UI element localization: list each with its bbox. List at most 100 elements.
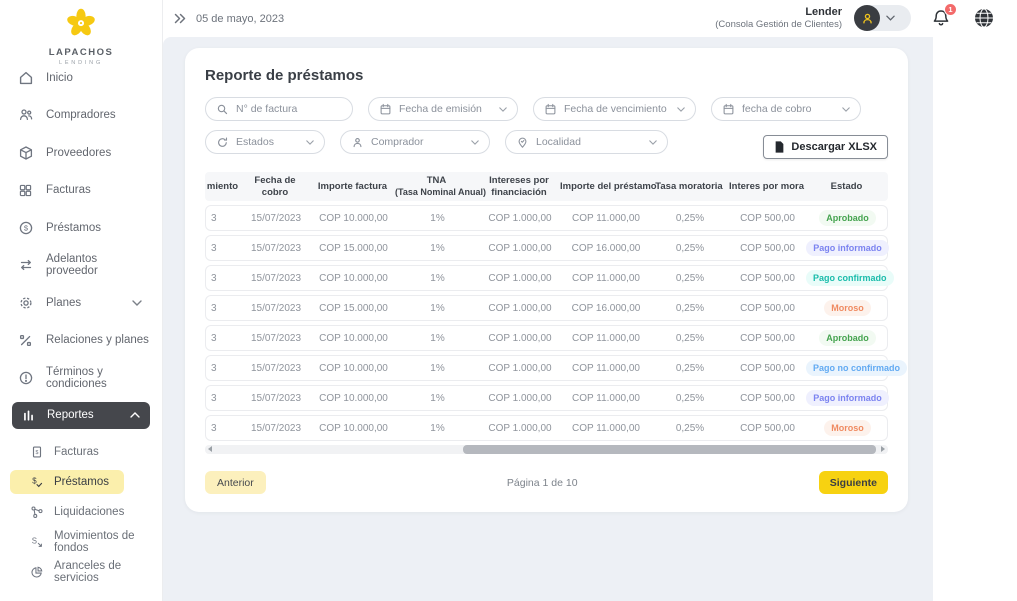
subnav-item-label: Movimientos de fondos — [54, 530, 162, 554]
language-button[interactable] — [973, 7, 995, 29]
table-row: 3 15/07/2023 COP 15.000,00 1% COP 1.000,… — [205, 235, 888, 261]
invoice-search-input[interactable]: N° de factura — [205, 97, 353, 121]
user-menu[interactable] — [854, 5, 911, 31]
subnav-item-label: Aranceles de servicios — [54, 560, 162, 584]
table-row: 3 15/07/2023 COP 10.000,00 1% COP 1.000,… — [205, 265, 888, 291]
user-info: Lender (Consola Gestión de Clientes) — [715, 5, 842, 32]
next-page-button[interactable]: Siguiente — [819, 471, 888, 494]
locality-filter[interactable]: Localidad — [505, 130, 668, 154]
location-pin-icon — [516, 136, 529, 149]
filter-label: Fecha de vencimiento — [564, 103, 667, 115]
scrollbar-thumb[interactable] — [463, 445, 876, 454]
subnav-item-aranceles-de-servicios[interactable]: Aranceles de servicios — [0, 557, 162, 587]
table-header: miento Fecha de cobro Importe factura TN… — [205, 172, 888, 201]
loan-dollar-icon: $ — [17, 220, 34, 236]
calendar-icon — [544, 103, 557, 116]
buyer-filter[interactable]: Comprador — [340, 130, 490, 154]
sidebar-item-label: Préstamos — [46, 222, 101, 234]
app-page: LAPACHOS LENDING Inicio Compradores P — [0, 0, 1017, 601]
chevron-down-icon — [471, 140, 479, 145]
notification-badge: 1 — [944, 3, 957, 16]
status-badge: Aprobado — [819, 330, 876, 346]
sidebar-item-facturas[interactable]: Facturas — [0, 172, 162, 210]
sidebar-item-terminos-y-condiciones[interactable]: Términos y condiciones — [0, 359, 162, 397]
svg-text:S: S — [31, 536, 36, 545]
subnav-item-liquidaciones[interactable]: Liquidaciones — [0, 497, 162, 527]
filter-label: fecha de cobro — [742, 103, 811, 115]
status-badge: Aprobado — [819, 210, 876, 226]
sidebar-item-label: Relaciones y planes — [46, 334, 149, 346]
sidebar-item-compradores[interactable]: Compradores — [0, 97, 162, 135]
table-row: 3 15/07/2023 COP 10.000,00 1% COP 1.000,… — [205, 385, 888, 411]
calendar-icon — [379, 103, 392, 116]
subnav-item-movimientos-de-fondos[interactable]: S Movimientos de fondos — [0, 527, 162, 557]
sidebar-item-prestamos[interactable]: $ Préstamos — [0, 209, 162, 247]
subnav-item-prestamos[interactable]: $ Préstamos — [10, 470, 124, 494]
subnav-item-facturas[interactable]: $ Facturas — [0, 437, 162, 467]
sidebar-item-relaciones-y-planes[interactable]: Relaciones y planes — [0, 322, 162, 360]
svg-text:$: $ — [35, 450, 38, 456]
network-icon — [29, 505, 44, 519]
scroll-right-arrow-icon[interactable] — [881, 446, 885, 452]
loan-check-icon: $ — [29, 475, 44, 489]
status-badge: Pago informado — [806, 390, 889, 406]
sidebar-item-inicio[interactable]: Inicio — [0, 59, 162, 97]
status-badge: Pago informado — [806, 240, 889, 256]
sidebar-item-label: Planes — [46, 297, 81, 309]
invoices-grid-icon — [17, 183, 34, 198]
status-badge: Pago confirmado — [806, 270, 894, 286]
calendar-icon — [722, 103, 735, 116]
table-row: 3 15/07/2023 COP 10.000,00 1% COP 1.000,… — [205, 205, 888, 231]
filters-row-1: N° de factura Fecha de emisión Fecha de … — [205, 97, 888, 121]
download-xlsx-button[interactable]: Descargar XLSX — [763, 135, 888, 159]
refresh-circle-icon — [216, 136, 229, 149]
table-row: 3 15/07/2023 COP 10.000,00 1% COP 1.000,… — [205, 355, 888, 381]
sidebar-item-label: Reportes — [47, 409, 94, 421]
funds-move-icon: S — [29, 535, 44, 549]
table-row: 3 15/07/2023 COP 10.000,00 1% COP 1.000,… — [205, 415, 888, 441]
states-filter[interactable]: Estados — [205, 130, 325, 154]
table-row: 3 15/07/2023 COP 10.000,00 1% COP 1.000,… — [205, 325, 888, 351]
subnav-item-label: Préstamos — [54, 476, 109, 488]
sidebar-item-planes[interactable]: Planes — [0, 284, 162, 322]
sidebar-collapse-icon[interactable] — [174, 13, 186, 24]
due-date-filter[interactable]: Fecha de vencimiento — [533, 97, 696, 121]
sidebar-item-proveedores[interactable]: Proveedores — [0, 134, 162, 172]
scroll-left-arrow-icon[interactable] — [208, 446, 212, 452]
user-role: (Consola Gestión de Clientes) — [715, 19, 842, 31]
col-tasa-moratoria: Tasa moratoria — [650, 181, 728, 192]
col-interes-mora: Interes por mora — [728, 181, 805, 192]
suppliers-icon — [17, 145, 34, 161]
pie-chart-icon — [29, 565, 44, 579]
collection-date-filter[interactable]: fecha de cobro — [711, 97, 861, 121]
person-icon — [351, 136, 364, 149]
filter-label: N° de factura — [236, 103, 297, 115]
sidebar-item-label: Inicio — [46, 72, 73, 84]
percent-icon — [17, 333, 34, 348]
user-name: Lender — [715, 5, 842, 19]
filters-row-2: Estados Comprador Localidad — [205, 130, 888, 159]
sidebar-item-reportes[interactable]: Reportes — [12, 402, 150, 429]
filter-label: Localidad — [536, 136, 581, 148]
table-row: 3 15/07/2023 COP 15.000,00 1% COP 1.000,… — [205, 295, 888, 321]
home-icon — [17, 70, 34, 86]
document-icon — [774, 141, 785, 153]
filter-label: Fecha de emisión — [399, 103, 482, 115]
brand-name: LAPACHOS — [0, 47, 162, 58]
issue-date-filter[interactable]: Fecha de emisión — [368, 97, 518, 121]
chevron-down-icon — [886, 15, 895, 21]
globe-icon — [973, 7, 995, 29]
report-panel: Reporte de préstamos N° de factura Fecha… — [185, 48, 908, 512]
horizontal-scrollbar[interactable] — [205, 445, 888, 454]
col-tna: TNA (Tasa Nominal Anual) — [395, 175, 478, 197]
previous-page-button[interactable]: Anterior — [205, 471, 266, 494]
sidebar-item-adelantos-proveedor[interactable]: Adelantos proveedor — [0, 247, 162, 285]
col-importe-factura: Importe factura — [310, 181, 395, 192]
download-label: Descargar XLSX — [791, 141, 877, 153]
reportes-subnav: $ Facturas $ Préstamos Liquidaciones — [0, 437, 162, 587]
col-importe-prestamo: Importe del préstamo — [560, 181, 650, 192]
col-intereses-financiacion: Intereses por financiación — [478, 175, 560, 198]
notifications-button[interactable]: 1 — [931, 8, 951, 29]
top-bar-right: Lender (Consola Gestión de Clientes) 1 — [715, 5, 1017, 32]
status-badge: Pago no confirmado — [806, 360, 907, 376]
